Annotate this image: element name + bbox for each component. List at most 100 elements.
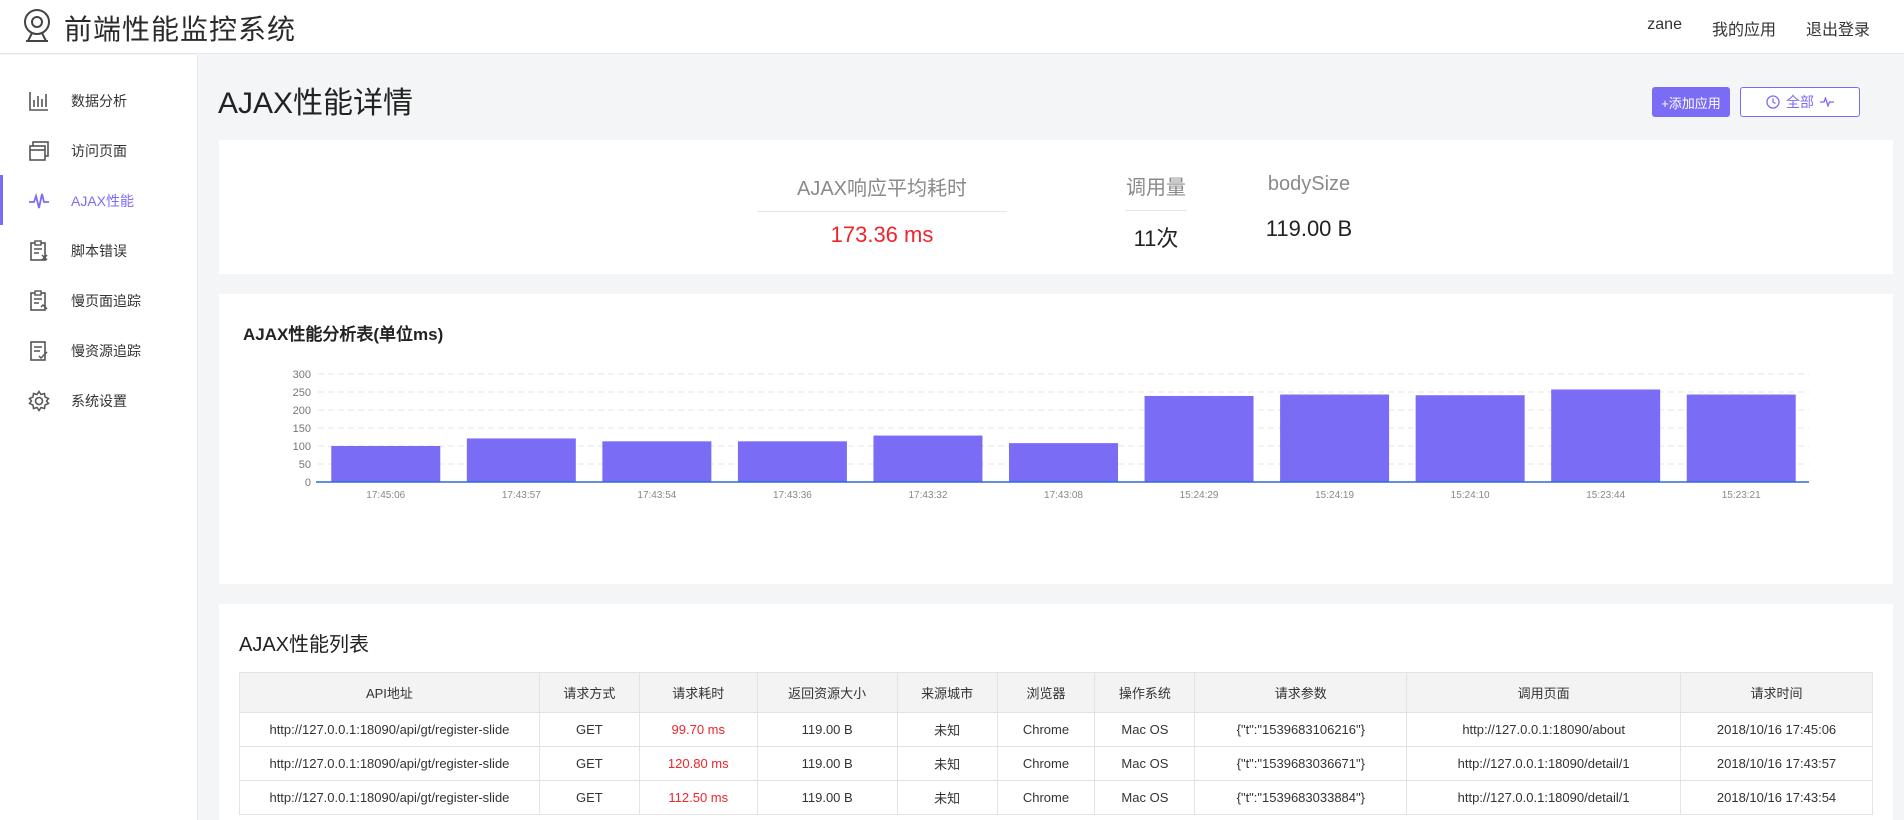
y-tick-label: 200 xyxy=(293,405,311,417)
chart-bar[interactable] xyxy=(331,446,441,482)
sidebar-item-slow-resources[interactable]: 慢资源追踪 xyxy=(0,325,198,375)
sidebar-item-slow-pages[interactable]: 慢页面追踪 xyxy=(0,275,198,325)
stat-label: 调用量 xyxy=(1125,171,1187,211)
stat-call-count: 调用量 11次 xyxy=(1125,171,1187,253)
table-cell: 120.80 ms xyxy=(638,746,758,781)
sidebar-item-label: 系统设置 xyxy=(71,393,127,409)
sidebar-item-label: 慢页面追踪 xyxy=(71,293,141,309)
pages-icon xyxy=(29,141,49,161)
gear-icon xyxy=(28,390,50,412)
chart-bar[interactable] xyxy=(737,441,847,482)
table-cell: 99.70 ms xyxy=(638,712,758,747)
webcam-logo-icon xyxy=(24,9,50,42)
table-cell: GET xyxy=(538,712,640,747)
sidebar-item-script-errors[interactable]: 脚本错误 xyxy=(0,225,198,275)
y-tick-label: 0 xyxy=(305,477,311,489)
table-cell: GET xyxy=(538,780,640,815)
column-header: 返回资源大小 xyxy=(756,672,898,713)
table-cell: http://127.0.0.1:18090/api/gt/register-s… xyxy=(239,780,540,815)
table-cell: 2018/10/16 17:43:54 xyxy=(1680,780,1873,815)
y-tick-label: 300 xyxy=(293,369,311,381)
table-body: http://127.0.0.1:18090/api/gt/register-s… xyxy=(239,712,1873,815)
column-header: 请求参数 xyxy=(1194,672,1408,713)
table-cell: 119.00 B xyxy=(756,712,898,747)
table-cell: {"t":"1539683106216"} xyxy=(1194,712,1408,747)
table-cell: Mac OS xyxy=(1094,712,1196,747)
logout-link[interactable]: 退出登录 xyxy=(1806,16,1870,40)
x-tick-label: 15:24:10 xyxy=(1451,490,1490,501)
top-nav: zane 我的应用 退出登录 xyxy=(1647,16,1870,40)
stat-label: bodySize xyxy=(1267,173,1351,195)
x-tick-label: 17:43:57 xyxy=(502,490,541,501)
chart-card: AJAX性能分析表(单位ms) 0 50 100 150 200 250 300 17:45:… xyxy=(219,294,1893,584)
sidebar-item-label: 数据分析 xyxy=(71,93,127,109)
y-tick-label: 250 xyxy=(293,387,311,399)
chart-bar[interactable] xyxy=(1009,443,1118,482)
table-cell: Chrome xyxy=(996,746,1096,781)
table-cell: {"t":"1539683036671"} xyxy=(1194,746,1408,781)
column-header: 请求耗时 xyxy=(638,672,758,713)
user-menu[interactable]: zane xyxy=(1647,16,1682,40)
y-tick-label: 100 xyxy=(293,441,311,453)
column-header: 调用页面 xyxy=(1406,672,1682,713)
table-cell: Chrome xyxy=(996,780,1096,815)
table-header-row: API地址 请求方式 请求耗时 返回资源大小 来源城市 浏览器 操作系统 请求参数 调用页面 请求… xyxy=(239,672,1873,713)
table-cell: Mac OS xyxy=(1094,746,1196,781)
y-tick-label: 50 xyxy=(299,459,311,471)
x-tick-label: 15:24:19 xyxy=(1315,490,1354,501)
time-filter-dropdown[interactable]: 全部 xyxy=(1740,87,1860,117)
table-cell: 2018/10/16 17:45:06 xyxy=(1680,712,1873,747)
sidebar-item-settings[interactable]: 系统设置 xyxy=(0,375,198,425)
column-header: 浏览器 xyxy=(996,672,1096,713)
ajax-table: API地址 请求方式 请求耗时 返回资源大小 来源城市 浏览器 操作系统 请求参数 调用页面 请求… xyxy=(239,672,1873,815)
table-row[interactable]: http://127.0.0.1:18090/api/gt/register-s… xyxy=(239,712,1873,747)
y-tick-label: 150 xyxy=(293,423,311,435)
table-card: AJAX性能列表 API地址 请求方式 请求耗时 返回资源大小 来源城市 浏览器 操作系统请… xyxy=(219,604,1893,820)
bar-chart-icon xyxy=(29,92,48,111)
table-cell: http://127.0.0.1:18090/about xyxy=(1406,712,1682,747)
chart-bar[interactable] xyxy=(466,438,576,482)
chart-bar[interactable] xyxy=(602,441,712,482)
my-apps-link[interactable]: 我的应用 xyxy=(1712,16,1776,40)
table-cell: 119.00 B xyxy=(756,780,898,815)
sidebar-item-label: 慢资源追踪 xyxy=(71,343,141,359)
chart-bar[interactable] xyxy=(1280,394,1390,482)
table-cell: {"t":"1539683033884"} xyxy=(1194,780,1408,815)
column-header: 操作系统 xyxy=(1094,672,1196,713)
chart-bar[interactable] xyxy=(1144,395,1254,482)
sidebar-item-label: 脚本错误 xyxy=(71,243,127,259)
x-tick-label: 17:45:06 xyxy=(366,490,405,501)
sidebar-item-label: 访问页面 xyxy=(71,143,127,159)
slow-page-icon xyxy=(30,290,48,311)
chart-bar[interactable] xyxy=(1551,389,1661,482)
sidebar-item-visited-pages[interactable]: 访问页面 xyxy=(0,125,198,175)
page-title: AJAX性能详情 xyxy=(218,87,414,120)
chart-bar[interactable] xyxy=(1415,395,1525,482)
table-cell: 未知 xyxy=(896,780,998,815)
sidebar-item-ajax[interactable]: AJAX性能 xyxy=(0,175,198,225)
stats-card: AJAX响应平均耗时 173.36 ms 调用量 11次 bodySize 11… xyxy=(219,140,1893,274)
x-tick-label: 15:23:21 xyxy=(1722,490,1761,501)
clock-icon xyxy=(1766,95,1780,109)
table-cell: 119.00 B xyxy=(756,746,898,781)
table-row[interactable]: http://127.0.0.1:18090/api/gt/register-s… xyxy=(239,746,1873,781)
stat-value: 11次 xyxy=(1133,226,1179,251)
table-title: AJAX性能列表 xyxy=(239,634,370,656)
sidebar-item-label: AJAX性能 xyxy=(71,193,135,209)
table-cell: http://127.0.0.1:18090/api/gt/register-s… xyxy=(239,746,540,781)
sidebar-item-data-analysis[interactable]: 数据分析 xyxy=(0,75,198,125)
table-cell: http://127.0.0.1:18090/detail/1 xyxy=(1406,780,1682,815)
table-row[interactable]: http://127.0.0.1:18090/api/gt/register-s… xyxy=(239,780,1873,815)
table-cell: http://127.0.0.1:18090/detail/1 xyxy=(1406,746,1682,781)
stat-body-size: bodySize 119.00 B xyxy=(1254,173,1364,242)
chart-bar[interactable] xyxy=(1686,394,1796,482)
stat-label: AJAX响应平均耗时 xyxy=(757,172,1007,212)
stat-value: 173.36 ms xyxy=(830,222,934,247)
column-header: 请求时间 xyxy=(1680,672,1873,713)
add-app-button[interactable]: +添加应用 xyxy=(1652,87,1730,117)
table-cell: GET xyxy=(538,746,640,781)
chart-bar[interactable] xyxy=(873,435,983,482)
time-filter-label: 全部 xyxy=(1786,94,1814,110)
x-tick-label: 17:43:54 xyxy=(637,490,676,501)
column-header: API地址 xyxy=(239,672,540,713)
